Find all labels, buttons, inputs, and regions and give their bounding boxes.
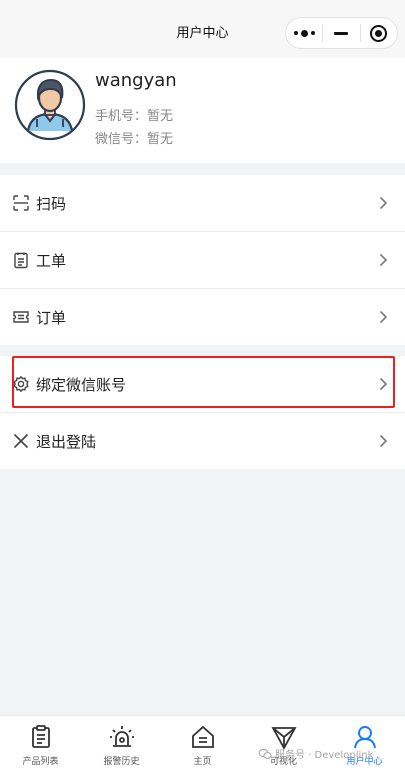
tab-label-home: 主页 (193, 757, 212, 767)
document-icon (12, 251, 30, 269)
mini-program-capsule (285, 17, 398, 49)
minus-icon (334, 31, 349, 35)
tab-label-alarm: 报警历史 (103, 757, 140, 767)
close-icon (12, 432, 30, 450)
clipboard-icon (31, 725, 50, 748)
phone-info: 手机号：暂无 (95, 109, 174, 124)
menu-item-bind-wechat[interactable]: 绑定微信账号 (0, 356, 405, 412)
menu-item-scan[interactable]: 扫码 (0, 175, 405, 231)
close-button[interactable] (361, 18, 397, 48)
username: wangyan (95, 70, 177, 91)
navigation-bar: 用户中心 (0, 0, 405, 58)
tab-visual[interactable]: 可视化 (243, 716, 324, 771)
chevron-right-icon (379, 196, 388, 210)
tab-label-products: 产品列表 (22, 757, 59, 767)
more-button[interactable] (286, 18, 322, 48)
home-icon (191, 725, 214, 748)
chevron-right-icon (379, 310, 388, 324)
ticket-icon (12, 308, 30, 326)
menu-label-workorder: 工单 (36, 251, 67, 270)
menu-label-logout: 退出登陆 (36, 432, 97, 451)
watermark-text: 服务号 · Developlink (275, 750, 374, 761)
avatar (14, 69, 86, 141)
scan-icon (12, 194, 30, 212)
chevron-right-icon (379, 253, 388, 267)
siren-icon (109, 726, 134, 747)
wechat-icon (258, 748, 272, 759)
watermark: 服务号 · Developlink (258, 746, 373, 761)
menu-label-scan: 扫码 (36, 194, 67, 213)
tab-alarm[interactable]: 报警历史 (81, 716, 162, 771)
target-icon (370, 24, 388, 42)
tab-user[interactable]: 用户中心 (324, 716, 405, 771)
menu-item-logout[interactable]: 退出登陆 (0, 413, 405, 469)
menu-label-order: 订单 (36, 308, 67, 327)
menu-item-order[interactable]: 订单 (0, 289, 405, 345)
chevron-right-icon (379, 377, 388, 391)
tab-products[interactable]: 产品列表 (0, 716, 81, 771)
settings-icon (12, 375, 30, 393)
more-dots-icon (293, 29, 315, 37)
tab-home[interactable]: 主页 (162, 716, 243, 771)
profile-card: wangyan 手机号：暂无 微信号：暂无 (0, 58, 405, 163)
menu-label-bind-wechat: 绑定微信账号 (36, 375, 127, 394)
chevron-right-icon (379, 434, 388, 448)
tab-bar: 产品列表 报警历史 主页 可视化 用户中心 (0, 715, 405, 771)
wechat-info: 微信号：暂无 (95, 132, 174, 147)
menu-item-workorder[interactable]: 工单 (0, 232, 405, 288)
minimize-button[interactable] (323, 18, 359, 48)
